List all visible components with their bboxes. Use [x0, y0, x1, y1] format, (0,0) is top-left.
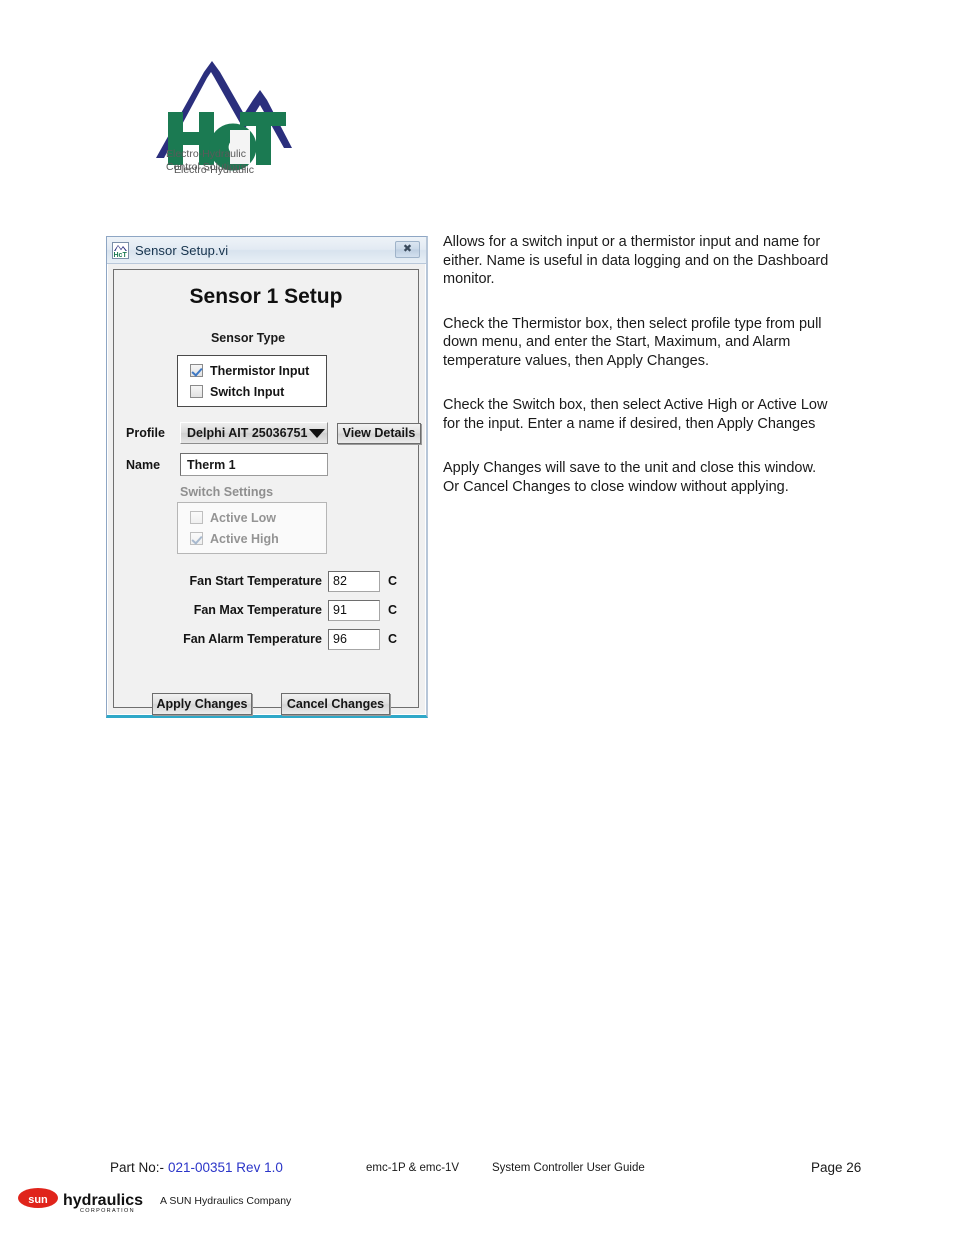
sun-company-tagline: A SUN Hydraulics Company	[160, 1195, 292, 1207]
fan-start-temperature-row: Fan Start Temperature 82 C	[126, 570, 422, 592]
page-title: Sensor 1 Setup	[189, 285, 343, 308]
description-paragraph-3: Check the Switch box, then select Active…	[443, 397, 828, 432]
active-low-label: Active Low	[210, 510, 276, 525]
switch-settings-group: Active Low Active High	[177, 502, 327, 554]
sun-logo-sub: CORPORATION	[80, 1208, 135, 1214]
apply-changes-button[interactable]: Apply Changes	[152, 693, 252, 715]
thermistor-input-label: Thermistor Input	[210, 363, 310, 378]
checkbox-row-active-low[interactable]: Active Low	[182, 507, 326, 528]
active-low-checkbox[interactable]	[190, 511, 203, 524]
sensor-setup-dialog: HcT Sensor Setup.vi ✖ Sensor 1 Setup Sen…	[106, 236, 428, 718]
switch-settings-label: Switch Settings	[180, 485, 274, 499]
fan-max-temperature-input[interactable]: 91	[328, 599, 380, 621]
profile-row: Profile Delphi AIT 25036751 View Details	[126, 422, 426, 444]
chevron-down-icon	[309, 428, 326, 438]
description-text: Allows for a switch input or a thermisto…	[443, 233, 835, 496]
fan-start-temperature-unit: C	[388, 574, 398, 588]
name-label: Name	[126, 457, 161, 472]
sensor-type-label: Sensor Type	[210, 331, 286, 345]
product-models: emc-1P & emc-1V	[366, 1162, 460, 1174]
name-row: Name Therm 1	[126, 453, 426, 476]
checkbox-row-active-high[interactable]: Active High	[182, 528, 326, 549]
fan-max-temperature-row: Fan Max Temperature 91 C	[126, 599, 422, 621]
dialog-title: Sensor Setup.vi	[135, 242, 229, 258]
fan-alarm-temperature-input[interactable]: 96	[328, 628, 380, 650]
name-input[interactable]: Therm 1	[180, 453, 328, 476]
hct-logo: Electro-Hydraulic Electro-Hydraulic Cont…	[152, 52, 302, 180]
part-number-value[interactable]: 021-00351 Rev 1.0	[168, 1160, 283, 1175]
sun-logo-mark-text: sun	[28, 1194, 48, 1206]
active-high-checkbox[interactable]	[190, 532, 203, 545]
fan-max-temperature-unit: C	[388, 603, 398, 617]
fan-start-temperature-input[interactable]: 82	[328, 570, 380, 592]
svg-text:HcT: HcT	[114, 252, 128, 259]
fan-max-temperature-label: Fan Max Temperature	[193, 603, 322, 617]
switch-input-label: Switch Input	[210, 384, 285, 399]
sun-logo-word: hydraulics	[63, 1192, 143, 1209]
part-number-label: Part No:-	[110, 1160, 165, 1175]
fan-alarm-temperature-unit: C	[388, 632, 398, 646]
logo-tagline-1: Electro-Hydraulic	[166, 148, 246, 160]
page-footer: Part No:- 021-00351 Rev 1.0 emc-1P & emc…	[0, 1160, 954, 1182]
sensor-type-group: Thermistor Input Switch Input	[177, 355, 327, 407]
checkbox-row-thermistor-input[interactable]: Thermistor Input	[182, 360, 326, 381]
dialog-panel: Sensor 1 Setup Sensor Type Thermistor In…	[113, 269, 422, 715]
profile-selected-value: Delphi AIT 25036751	[187, 426, 308, 440]
dialog-titlebar[interactable]: HcT Sensor Setup.vi ✖	[107, 237, 426, 264]
fan-start-temperature-label: Fan Start Temperature	[189, 574, 322, 588]
page-number: Page 26	[811, 1160, 862, 1175]
logo-tagline-2: Control Solutions	[166, 160, 246, 173]
hct-app-icon: HcT	[112, 241, 129, 259]
description-paragraph-2: Check the Thermistor box, then select pr…	[443, 315, 822, 369]
description-paragraph-4: Apply Changes will save to the unit and …	[443, 460, 817, 495]
thermistor-input-checkbox[interactable]	[190, 364, 203, 377]
description-paragraph-1: Allows for a switch input or a thermisto…	[443, 234, 829, 287]
checkbox-row-switch-input[interactable]: Switch Input	[182, 381, 326, 402]
cancel-changes-button[interactable]: Cancel Changes	[281, 693, 390, 715]
switch-input-checkbox[interactable]	[190, 385, 203, 398]
fan-alarm-temperature-row: Fan Alarm Temperature 96 C	[126, 628, 422, 650]
profile-label: Profile	[126, 426, 165, 440]
active-high-label: Active High	[210, 531, 279, 546]
profile-dropdown[interactable]: Delphi AIT 25036751	[180, 422, 328, 444]
document-title: System Controller User Guide	[492, 1162, 645, 1174]
sun-hydraulics-logo: sun hydraulics CORPORATION	[18, 1188, 154, 1214]
fan-alarm-temperature-label: Fan Alarm Temperature	[183, 632, 322, 646]
view-details-button[interactable]: View Details	[337, 422, 421, 444]
close-icon[interactable]: ✖	[395, 241, 420, 258]
